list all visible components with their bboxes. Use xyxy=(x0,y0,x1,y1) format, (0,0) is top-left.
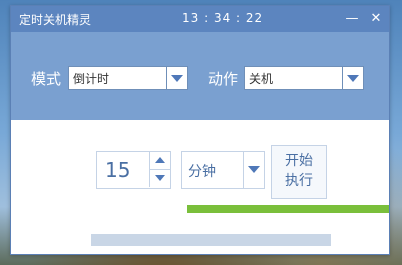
time-value[interactable]: 15 xyxy=(105,158,130,182)
arrow-up-icon xyxy=(155,157,165,163)
chevron-down-icon xyxy=(347,75,359,82)
unit-dropdown-button[interactable] xyxy=(243,152,264,188)
start-execute-button[interactable]: 开始 执行 xyxy=(271,145,327,199)
close-icon: ✕ xyxy=(370,11,382,26)
increment-button[interactable] xyxy=(149,152,170,170)
mode-select-value: 倒计时 xyxy=(73,72,110,86)
clock-display: 13 : 34 : 22 xyxy=(182,11,264,25)
progress-fill xyxy=(187,205,389,213)
action-dropdown-button[interactable] xyxy=(342,67,363,89)
start-button-label: 开始 执行 xyxy=(278,151,320,191)
action-select-value: 关机 xyxy=(249,72,274,86)
arrow-down-icon xyxy=(155,175,165,181)
start-line-2: 执行 xyxy=(285,173,313,189)
horizontal-scrollbar[interactable] xyxy=(91,234,331,246)
unit-select[interactable]: 分钟 xyxy=(181,151,265,189)
action-label: 动作 xyxy=(208,70,239,88)
progress-bar xyxy=(187,205,389,213)
mode-dropdown-button[interactable] xyxy=(166,67,187,89)
mode-select[interactable]: 倒计时 xyxy=(68,66,188,90)
chevron-down-icon xyxy=(171,75,183,82)
window-title: 定时关机精灵 xyxy=(19,13,92,27)
start-line-1: 开始 xyxy=(285,153,313,169)
action-select[interactable]: 关机 xyxy=(244,66,364,90)
title-bar: 定时关机精灵 13 : 34 : 22 — ✕ xyxy=(11,6,389,32)
mode-action-panel: 模式 倒计时 动作 关机 xyxy=(11,32,389,120)
decrement-button[interactable] xyxy=(149,170,170,187)
time-stepper[interactable]: 15 xyxy=(96,151,171,189)
chevron-down-icon xyxy=(248,166,260,173)
unit-select-value: 分钟 xyxy=(188,164,216,180)
mode-label: 模式 xyxy=(31,70,62,88)
minimize-icon: — xyxy=(345,11,359,26)
minimize-button[interactable]: — xyxy=(343,10,361,28)
app-window: 定时关机精灵 13 : 34 : 22 — ✕ 模式 倒计时 动作 关机 15 xyxy=(10,5,390,255)
close-button[interactable]: ✕ xyxy=(367,10,385,28)
